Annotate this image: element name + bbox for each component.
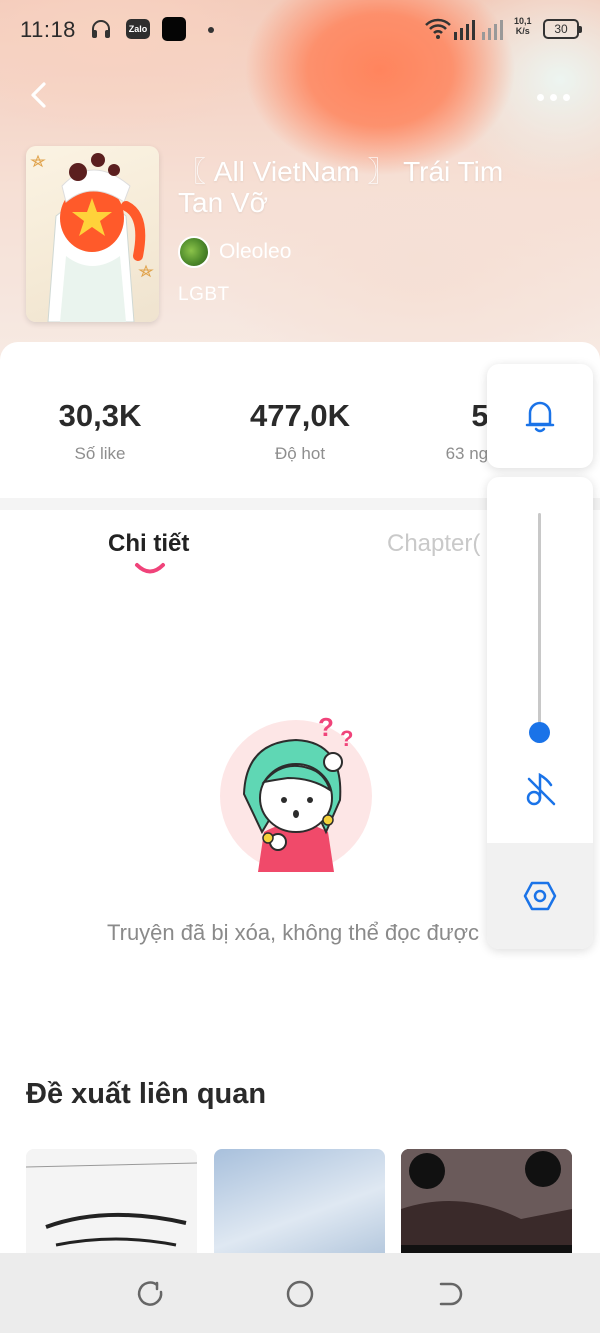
app-notification-icon	[162, 17, 186, 41]
cover-artwork	[30, 153, 154, 322]
more-dot	[562, 93, 570, 101]
wifi-icon	[425, 18, 451, 39]
volume-slider-track[interactable]	[538, 513, 541, 733]
network-speed-unit: K/s	[515, 26, 530, 36]
back-nav-icon[interactable]	[435, 1279, 465, 1309]
stat-value: 477,0K	[250, 398, 350, 433]
tab-active-indicator	[135, 563, 165, 574]
related-item[interactable]	[26, 1149, 197, 1253]
related-item[interactable]	[401, 1149, 572, 1253]
notification-dot-icon	[208, 27, 214, 33]
related-item[interactable]	[214, 1149, 385, 1253]
volume-panel	[487, 477, 593, 949]
notification-bell-panel[interactable]	[487, 364, 593, 468]
author-avatar[interactable]	[178, 236, 210, 268]
svg-text:?: ?	[318, 712, 334, 742]
stat-likes: 30,3K Số like	[0, 398, 200, 464]
status-time: 11:18	[20, 17, 76, 42]
related-thumbnail	[401, 1149, 572, 1253]
book-cover[interactable]	[26, 146, 159, 322]
book-title: 〖 All VietNam 〗 Trái Tim Tan Vỡ	[178, 156, 504, 218]
deleted-story-message: Truyện đã bị xóa, không thể đọc được	[107, 920, 480, 945]
back-arrow-icon[interactable]	[22, 78, 56, 112]
volume-slider-knob[interactable]	[529, 722, 550, 743]
stat-label: Độ hot	[274, 444, 326, 463]
more-dots-icon[interactable]	[530, 86, 576, 108]
bell-icon[interactable]	[524, 398, 556, 434]
tab-chapters[interactable]: Chapter(	[387, 530, 480, 558]
zalo-icon: Zalo	[126, 19, 150, 39]
network-speed: 10,1 K/s	[514, 16, 532, 36]
confused-girl-illustration: ? ?	[220, 712, 372, 872]
system-navigation-bar	[0, 1253, 600, 1333]
related-section-title: Đề xuất liên quan	[26, 1078, 267, 1110]
home-icon[interactable]	[285, 1279, 315, 1309]
network-speed-value: 10,1	[514, 16, 532, 26]
signal-icon	[454, 20, 503, 40]
svg-text:?: ?	[340, 726, 353, 751]
hexagon-settings-icon[interactable]	[523, 879, 557, 913]
author-name[interactable]: Oleoleo	[219, 240, 291, 264]
tab-details[interactable]: Chi tiết	[108, 530, 189, 558]
stat-label: Số like	[74, 444, 126, 463]
author-row[interactable]: Oleoleo	[178, 235, 291, 269]
genre-tag[interactable]: LGBT	[178, 284, 230, 306]
related-list	[26, 1149, 600, 1253]
headset-icon	[92, 20, 110, 38]
recent-apps-icon[interactable]	[135, 1279, 165, 1309]
stat-value: 30,3K	[58, 398, 142, 433]
status-bar: 11:18 Zalo 10,1 K/s 30	[0, 0, 600, 60]
stat-hot: 477,0K Độ hot	[200, 398, 400, 464]
more-dot	[536, 93, 544, 101]
related-thumbnail	[26, 1149, 197, 1253]
more-dot	[549, 93, 557, 101]
volume-settings-area	[487, 843, 593, 949]
music-note-off-icon[interactable]	[525, 771, 557, 807]
battery-icon: 30	[543, 19, 582, 39]
